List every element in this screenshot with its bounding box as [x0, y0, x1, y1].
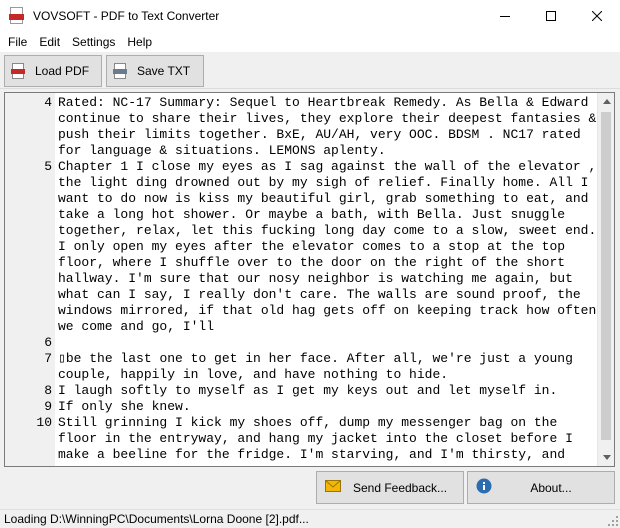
line-number: 4 [44, 95, 52, 110]
line-number: 5 [44, 159, 52, 174]
minimize-icon [500, 15, 510, 17]
menu-help[interactable]: Help [121, 35, 158, 49]
scroll-thumb[interactable] [601, 112, 611, 440]
editor-line[interactable]: 6 [5, 335, 601, 351]
load-pdf-button[interactable]: Load PDF [4, 55, 102, 87]
envelope-icon [325, 480, 341, 495]
title-bar: VOVSOFT - PDF to Text Converter [0, 0, 620, 31]
toolbar: Load PDF Save TXT [0, 53, 620, 89]
line-text: I laugh softly to myself as I get my key… [58, 383, 558, 398]
line-number: 7 [44, 351, 52, 366]
line-text: Still grinning I kick my shoes off, dump… [58, 415, 581, 462]
line-text: Rated: NC-17 Summary: Sequel to Heartbre… [58, 95, 597, 158]
line-number: 10 [36, 415, 52, 430]
close-icon [592, 10, 602, 21]
editor-line[interactable]: 7 ▯be the last one to get in her face. Af… [5, 351, 601, 383]
save-txt-label: Save TXT [137, 64, 191, 78]
about-label: About... [530, 480, 572, 495]
send-feedback-label: Send Feedback... [352, 480, 448, 495]
line-text: If only she knew. [58, 399, 191, 414]
menu-edit[interactable]: Edit [33, 35, 66, 49]
bottom-bar: Send Feedback... About... [0, 468, 620, 508]
menu-bar: File Edit Settings Help [0, 31, 620, 52]
status-bar: Loading D:\WinningPC\Documents\Lorna Doo… [0, 509, 620, 528]
editor-line[interactable]: 8 I laugh softly to myself as I get my ke… [5, 383, 601, 399]
line-number: 6 [44, 335, 52, 350]
maximize-button[interactable] [528, 0, 574, 31]
chevron-down-icon [602, 455, 611, 460]
send-feedback-button[interactable]: Send Feedback... [316, 471, 464, 504]
resize-grip-icon[interactable] [608, 516, 618, 526]
line-text [55, 335, 601, 351]
scroll-down-arrow[interactable] [598, 449, 614, 466]
load-pdf-label: Load PDF [35, 64, 90, 78]
save-txt-button[interactable]: Save TXT [106, 55, 204, 87]
status-text: Loading D:\WinningPC\Documents\Lorna Doo… [4, 512, 309, 526]
chevron-up-icon [602, 99, 611, 104]
editor-lines[interactable]: 4 Rated: NC-17 Summary: Sequel to Heartbr… [5, 95, 601, 463]
pdf-app-icon [9, 6, 25, 25]
menu-file[interactable]: File [0, 35, 33, 49]
editor-line[interactable]: 4 Rated: NC-17 Summary: Sequel to Heartbr… [5, 95, 601, 159]
line-text: ▯be the last one to get in her face. Aft… [58, 351, 581, 382]
minimize-button[interactable] [482, 0, 528, 31]
editor-line[interactable]: 10 Still grinning I kick my shoes off, du… [5, 415, 601, 463]
maximize-icon [546, 10, 556, 21]
line-text: Chapter 1 I close my eyes as I sag again… [58, 159, 597, 334]
txt-file-icon [113, 63, 127, 79]
info-icon [476, 478, 492, 497]
scroll-up-arrow[interactable] [598, 93, 614, 110]
line-number: 8 [44, 383, 52, 398]
about-button[interactable]: About... [467, 471, 615, 504]
vertical-scrollbar[interactable] [597, 93, 614, 466]
editor-line[interactable]: 9 If only she knew. [5, 399, 601, 415]
menu-settings[interactable]: Settings [66, 35, 121, 49]
window-title: VOVSOFT - PDF to Text Converter [33, 8, 220, 23]
line-number: 9 [44, 399, 52, 414]
pdf-file-icon [11, 63, 25, 79]
close-button[interactable] [574, 0, 620, 31]
text-editor[interactable]: 4 Rated: NC-17 Summary: Sequel to Heartbr… [4, 92, 615, 467]
editor-line[interactable]: 5 Chapter 1 I close my eyes as I sag agai… [5, 159, 601, 335]
